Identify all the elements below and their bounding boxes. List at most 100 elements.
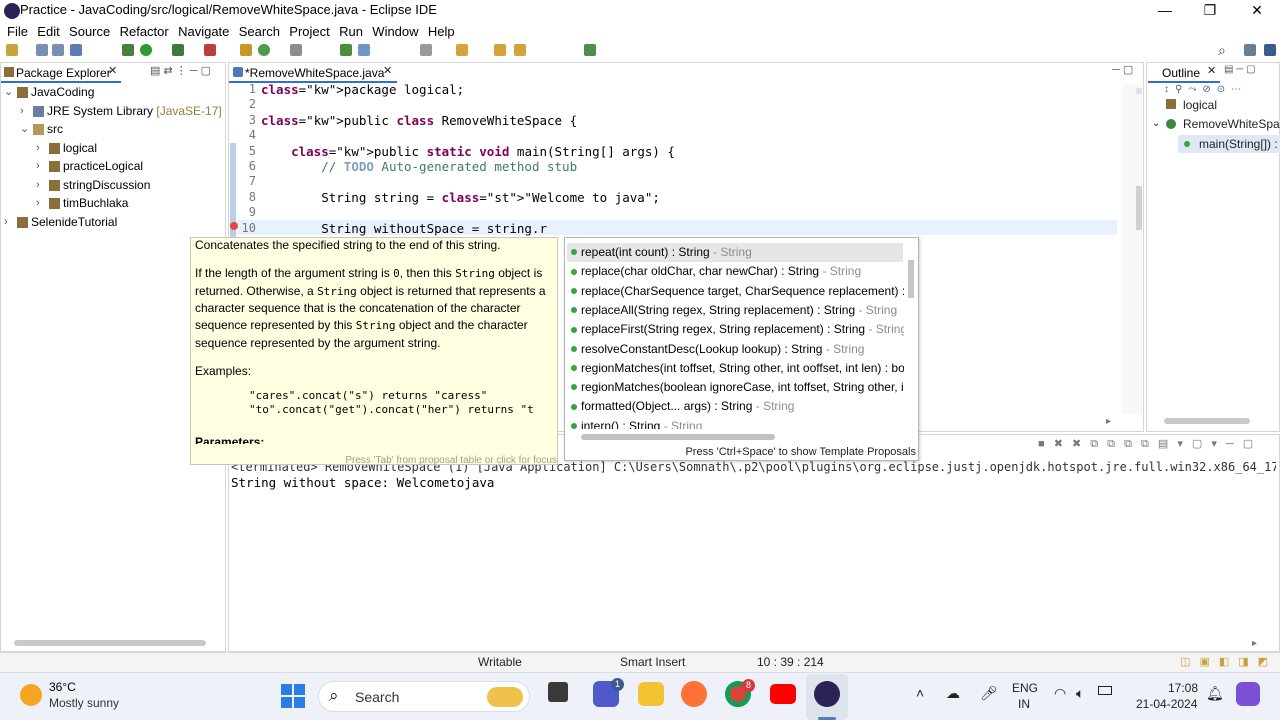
menu-navigate[interactable]: Navigate <box>171 22 229 41</box>
outline-scrollbar[interactable] <box>1164 418 1250 424</box>
console-scrollbar[interactable] <box>232 638 1262 646</box>
proposal-item[interactable]: resolveConstantDesc(Lookup lookup) : Str… <box>569 340 904 359</box>
new-class-icon[interactable] <box>258 44 270 56</box>
console-icon[interactable] <box>70 44 82 56</box>
wifi-icon[interactable]: ◠ <box>1054 685 1066 702</box>
forward-icon[interactable] <box>514 44 526 56</box>
microphone-icon[interactable]: 🎤︎ <box>980 685 998 702</box>
minimize-button[interactable]: — <box>1142 0 1188 22</box>
whitespace-icon[interactable] <box>420 44 432 56</box>
tree-item[interactable]: › practiceLogical <box>0 157 224 176</box>
menu-file[interactable]: File <box>0 22 28 41</box>
status-icons[interactable]: ◫ ▣ ◧ ◨ ◩ <box>1180 655 1271 668</box>
code-line[interactable]: 10 String withoutSpace = string.r <box>232 221 1122 236</box>
chevron-down-icon[interactable]: ⌄ <box>4 83 13 102</box>
code-area[interactable]: 1 class="kw">package logical; 2 3 class="kw"… <box>232 82 1122 236</box>
outline-item-method[interactable]: main(String[]) : v <box>1199 137 1280 151</box>
chevron-right-icon[interactable]: › <box>36 176 40 195</box>
chevron-down-icon[interactable]: ⌄ <box>20 120 29 139</box>
run-icon[interactable] <box>140 44 152 56</box>
outline-tab[interactable]: Outline ✕ <box>1148 63 1220 83</box>
chevron-right-icon[interactable]: › <box>4 213 8 232</box>
code-line[interactable]: 3 class="kw">public class RemoveWhiteSpac… <box>232 113 1122 128</box>
toggle-mark-icon[interactable] <box>358 44 370 56</box>
clock-date[interactable]: 21-04-2024 <box>1136 697 1197 711</box>
javadoc-hover[interactable]: Concatenates the specified string to the… <box>190 237 558 465</box>
eclipse-taskbar-icon[interactable] <box>814 681 840 707</box>
proposal-item[interactable]: replaceAll(String regex, String replacem… <box>569 301 904 320</box>
code-line[interactable]: 9 <box>232 205 1122 220</box>
console-toolbar-icons[interactable]: ■ ✖ ✖ ⧉ ⧉ ⧉ ⧉ ▤ ▾ ▢ ▾ ─ ▢ <box>1038 437 1256 451</box>
notification-bell-icon[interactable]: 🔔︎ <box>1206 685 1224 702</box>
menu-refactor[interactable]: Refactor <box>113 22 169 41</box>
debug-icon[interactable] <box>122 44 134 56</box>
chevron-right-icon[interactable]: › <box>36 194 40 213</box>
menu-help[interactable]: Help <box>421 22 455 41</box>
back-icon[interactable] <box>494 44 506 56</box>
horizontal-scrollbar[interactable] <box>14 640 206 646</box>
close-button[interactable]: ✕ <box>1234 0 1280 22</box>
chevron-up-icon[interactable]: ˄ <box>916 685 924 701</box>
outline-item-class[interactable]: RemoveWhiteSpac <box>1183 117 1280 131</box>
code-line[interactable]: 4 <box>232 128 1122 143</box>
weather-temp[interactable]: 36°C <box>49 680 76 694</box>
firefox-icon[interactable] <box>681 681 707 707</box>
cloud-icon[interactable]: ☁ <box>946 685 960 702</box>
task-view-icon[interactable] <box>548 682 568 702</box>
code-line[interactable]: 5 class="kw">public static void main(Str… <box>232 144 1122 159</box>
youtube-icon[interactable] <box>770 684 796 704</box>
menu-run[interactable]: Run <box>332 22 363 41</box>
save-all-icon[interactable] <box>52 44 64 56</box>
chevron-right-icon[interactable]: › <box>20 102 24 121</box>
proposal-item[interactable]: replace(char oldChar, char newChar) : St… <box>569 262 904 281</box>
sun-weather-icon[interactable] <box>20 684 42 706</box>
proposal-vertical-scrollbar[interactable] <box>908 260 914 298</box>
language-region[interactable]: IN <box>1018 697 1030 711</box>
outline-item-package[interactable]: logical <box>1183 98 1217 112</box>
tree-item[interactable]: › JRE System Library [JavaSE-17] <box>0 102 224 121</box>
proposal-item[interactable]: replaceFirst(String regex, String replac… <box>569 320 904 339</box>
open-type-icon[interactable] <box>290 44 302 56</box>
proposal-item[interactable]: replace(CharSequence target, CharSequenc… <box>569 282 904 301</box>
java-perspective-icon[interactable] <box>1264 44 1276 56</box>
new-icon[interactable] <box>6 44 18 56</box>
tree-item[interactable]: ⌄ JavaCoding <box>0 83 224 102</box>
new-java-project-icon[interactable] <box>240 44 252 56</box>
proposal-item[interactable]: intern() : String - String <box>569 417 904 429</box>
proposal-item[interactable]: regionMatches(int toffset, String other,… <box>569 359 904 378</box>
chevron-right-icon[interactable]: › <box>36 157 40 176</box>
package-explorer-tab[interactable]: Package Explorer ✕ <box>1 63 121 83</box>
menu-project[interactable]: Project <box>282 22 329 41</box>
battery-icon[interactable] <box>1098 686 1112 695</box>
close-tab-icon[interactable]: ✕ <box>1207 64 1216 77</box>
proposal-item[interactable]: regionMatches(boolean ignoreCase, int to… <box>569 378 904 397</box>
menu-source[interactable]: Source <box>62 22 110 41</box>
menu-window[interactable]: Window <box>365 22 418 41</box>
tree-item[interactable]: › SelenideTutorial <box>0 213 224 232</box>
chevron-right-icon[interactable]: › <box>36 139 40 158</box>
tree-item[interactable]: › logical <box>0 139 224 158</box>
code-line[interactable]: 7 <box>232 174 1122 189</box>
editor-vertical-scrollbar[interactable] <box>1136 186 1142 230</box>
menu-search[interactable]: Search <box>232 22 280 41</box>
perspective-icon[interactable] <box>1244 44 1256 56</box>
outline-view-menu[interactable]: ▤ ─ ▢ <box>1224 64 1256 75</box>
proposal-horizontal-scrollbar[interactable] <box>581 434 775 440</box>
code-line[interactable]: 8 String string = class="st">"Welcome to… <box>232 190 1122 205</box>
clock-time[interactable]: 17:08 <box>1168 681 1198 695</box>
code-line[interactable]: 6 // TODO Auto-generated method stub <box>232 159 1122 174</box>
close-tab-icon[interactable]: ✕ <box>383 64 392 77</box>
tree-item[interactable]: › stringDiscussion <box>0 176 224 195</box>
windows-start-icon[interactable] <box>281 684 305 708</box>
tree-item[interactable]: ⌄ src <box>0 120 224 139</box>
scroll-right-icon[interactable]: ▸ <box>1106 416 1111 427</box>
scroll-right-icon[interactable]: ▸ <box>1252 638 1257 649</box>
save-icon[interactable] <box>36 44 48 56</box>
taskbar-search-box[interactable]: ⌕ Search <box>318 681 530 712</box>
maximize-button[interactable]: ❐ <box>1187 0 1233 22</box>
language-code[interactable]: ENG <box>1012 681 1038 695</box>
menu-edit[interactable]: Edit <box>30 22 59 41</box>
proposal-item[interactable]: repeat(int count) : String - String <box>569 243 904 262</box>
outline-toolbar-icons[interactable]: ↕⚲⤳⊘⊙⋯ <box>1164 84 1247 95</box>
code-line[interactable]: 2 <box>232 97 1122 112</box>
